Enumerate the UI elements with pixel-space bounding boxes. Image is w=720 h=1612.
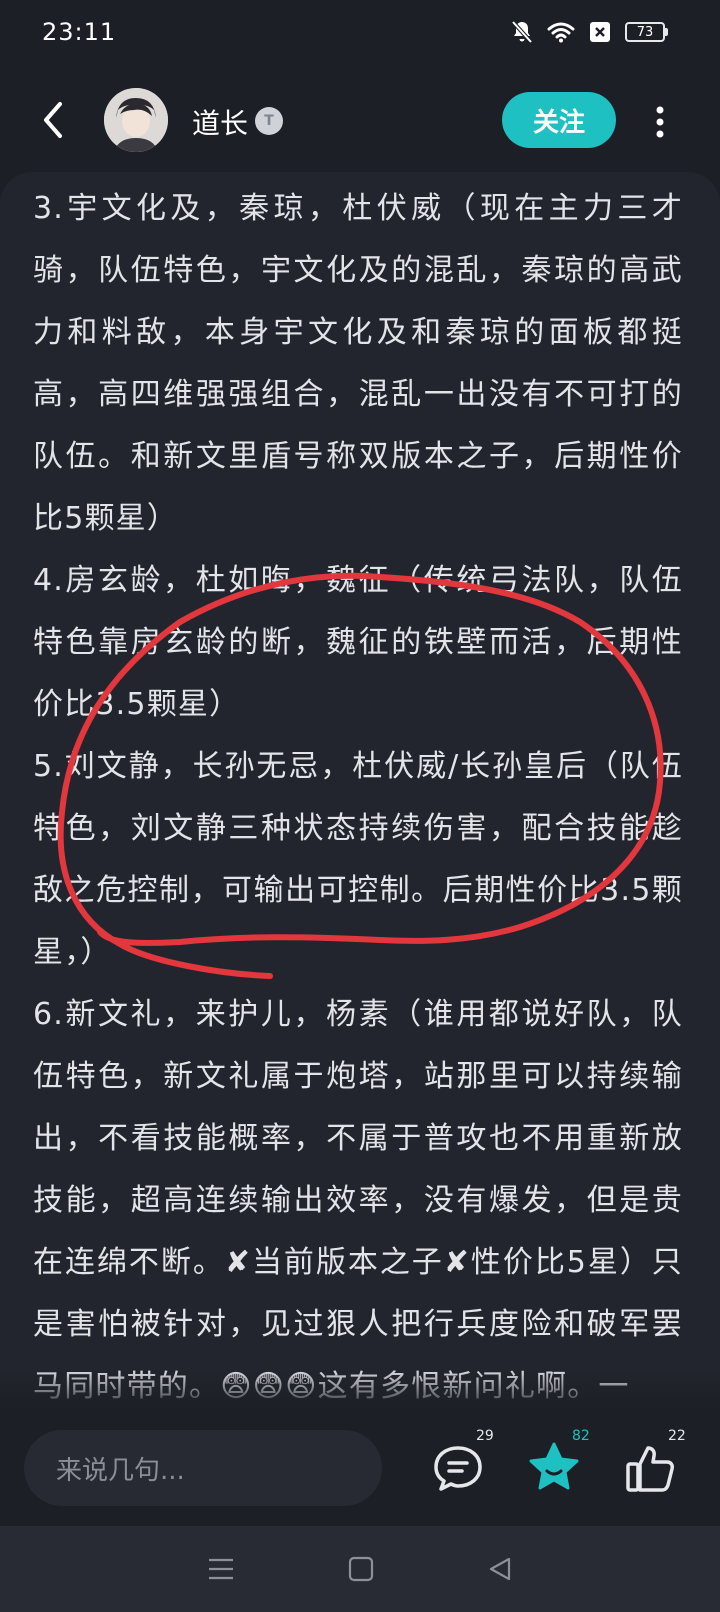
comment-icon[interactable] (428, 1438, 488, 1498)
mute-bell-icon (511, 20, 533, 44)
avatar-image (104, 88, 168, 152)
paragraph-4: 4.房玄龄，杜如晦，魏征（传统弓法队，队伍特色靠房玄龄的断，魏征的铁壁而活，后期… (33, 563, 683, 722)
paragraph-6: 6.新文礼，来护儿，杨素（谁用都说好队，队伍特色，新文礼属于炮塔，站那里可以持续… (33, 997, 683, 1404)
back-nav-icon[interactable] (487, 1556, 513, 1582)
star-icon[interactable] (524, 1438, 584, 1498)
comment-input[interactable]: 来说几句... (24, 1430, 382, 1506)
favorite-count: 82 (572, 1428, 590, 1444)
comment-bar: 来说几句... 29 82 22 (0, 1408, 720, 1526)
paragraph-5: 5.刘文静，长孙无忌，杜伏威/长孙皇后（队伍特色，刘文静三种状态持续伤害，配合技… (33, 749, 683, 970)
content-fade (0, 1368, 720, 1408)
battery-level: 73 (625, 22, 665, 42)
thumbs-up-icon[interactable] (620, 1438, 680, 1498)
level-badge: T (255, 107, 283, 135)
battery-indicator: 73 (625, 22, 668, 42)
menu-icon[interactable] (207, 1556, 235, 1582)
back-icon[interactable] (36, 96, 72, 144)
home-icon[interactable] (348, 1556, 374, 1582)
status-time: 23:11 (42, 18, 117, 46)
avatar[interactable] (104, 88, 168, 152)
system-nav-bar (0, 1526, 720, 1612)
follow-button[interactable]: 关注 (502, 92, 616, 148)
no-sim-icon (590, 22, 610, 42)
status-icons: 73 (511, 20, 668, 44)
more-vertical-icon[interactable] (652, 102, 668, 142)
wifi-icon (547, 22, 575, 43)
battery-tip (665, 28, 668, 36)
status-bar: 23:11 73 (0, 0, 720, 64)
comment-count: 29 (476, 1428, 494, 1444)
article-text: 3.宇文化及，秦琼，杜伏威（现在主力三才骑，队伍特色，宇文化及的混乱，秦琼的高武… (33, 178, 683, 1408)
post-header: 道长 T 关注 (0, 82, 720, 158)
paragraph-3: 3.宇文化及，秦琼，杜伏威（现在主力三才骑，队伍特色，宇文化及的混乱，秦琼的高武… (33, 191, 683, 536)
like-count: 22 (668, 1428, 686, 1444)
author-name[interactable]: 道长 (192, 102, 248, 142)
article-body: 3.宇文化及，秦琼，杜伏威（现在主力三才骑，队伍特色，宇文化及的混乱，秦琼的高武… (0, 172, 720, 1408)
